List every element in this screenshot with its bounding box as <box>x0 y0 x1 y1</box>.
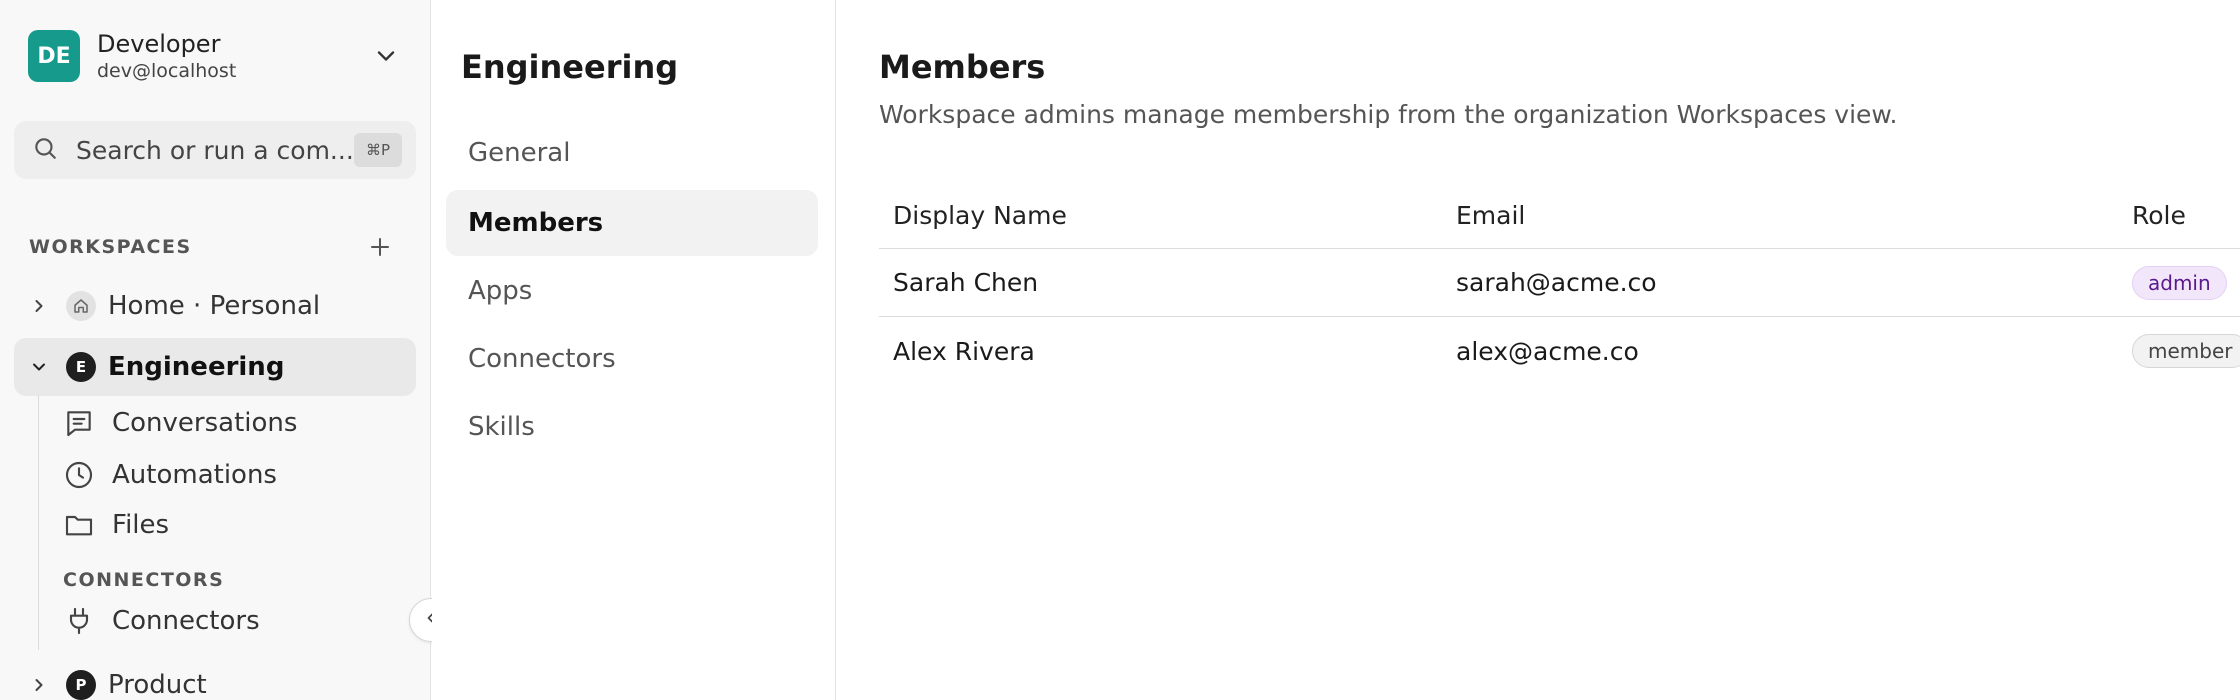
search-icon <box>32 135 58 165</box>
workspace-item-engineering[interactable]: E Engineering <box>14 338 416 396</box>
conversations-icon <box>62 406 96 440</box>
settings-nav: Engineering General Members Apps Connect… <box>432 0 836 700</box>
workspace-badge: P <box>66 670 96 700</box>
app-window: DE Developer dev@localhost Search or run… <box>0 0 2240 700</box>
folder-icon <box>62 508 96 542</box>
workspace-item-product[interactable]: P Product <box>14 656 416 700</box>
sidebar-item-files[interactable]: Files <box>62 505 169 545</box>
chevron-down-icon[interactable] <box>372 42 400 70</box>
settings-title: Engineering <box>461 48 679 86</box>
plug-icon <box>62 604 96 638</box>
members-table: Display Name Email Role Sarah Chen sarah… <box>879 182 2240 385</box>
sidebar: DE Developer dev@localhost Search or run… <box>0 0 431 700</box>
settings-nav-connectors[interactable]: Connectors <box>446 326 818 392</box>
table-header: Display Name Email Role <box>879 182 2240 249</box>
column-header-display-name: Display Name <box>893 200 1067 230</box>
workspace-item-home-personal[interactable]: Home · Personal <box>14 277 416 335</box>
member-email: alex@acme.co <box>1456 336 1639 366</box>
member-name: Alex Rivera <box>893 336 1035 366</box>
search-input[interactable]: Search or run a com... <box>76 136 354 165</box>
chevron-right-icon[interactable] <box>28 295 50 317</box>
role-badge: admin <box>2132 265 2227 300</box>
sidebar-item-label: Conversations <box>112 408 298 438</box>
column-header-email: Email <box>1456 200 1526 230</box>
home-icon <box>66 291 96 321</box>
account-name: Developer <box>97 30 221 58</box>
workspace-badge: E <box>66 352 96 382</box>
account-switcher[interactable]: DE Developer dev@localhost <box>28 30 400 82</box>
settings-nav-members[interactable]: Members <box>446 190 818 256</box>
role-badge: member <box>2132 334 2240 368</box>
sidebar-item-label: Connectors <box>112 606 260 636</box>
page-description: Workspace admins manage membership from … <box>879 100 1898 129</box>
sidebar-item-label: Files <box>112 510 170 540</box>
workspaces-section-label: WORKSPACES <box>29 236 192 258</box>
workspace-label: Product <box>108 670 207 700</box>
member-name: Sarah Chen <box>893 268 1039 297</box>
search-shortcut-badge: ⌘P <box>354 133 402 167</box>
connectors-section-label: CONNECTORS <box>63 569 225 591</box>
tree-guide-line <box>38 395 39 650</box>
chevron-right-icon[interactable] <box>28 674 50 696</box>
workspace-label: Engineering <box>108 352 285 382</box>
search-box[interactable]: Search or run a com... ⌘P <box>14 121 416 179</box>
sidebar-item-connectors[interactable]: Connectors <box>62 601 260 641</box>
table-row: Alex Rivera alex@acme.co member <box>879 317 2240 385</box>
column-header-role: Role <box>2132 200 2186 230</box>
workspace-label: Home · Personal <box>108 291 321 321</box>
table-row: Sarah Chen sarah@acme.co admin <box>879 249 2240 317</box>
account-email: dev@localhost <box>97 60 237 82</box>
settings-nav-skills[interactable]: Skills <box>446 394 818 460</box>
members-panel: Members Workspace admins manage membersh… <box>837 0 2240 700</box>
sidebar-item-label: Automations <box>112 460 277 490</box>
account-info: Developer dev@localhost <box>97 29 372 83</box>
chevron-down-icon[interactable] <box>28 356 50 378</box>
sidebar-item-automations[interactable]: Automations <box>62 455 277 495</box>
add-workspace-icon[interactable] <box>366 233 394 261</box>
clock-icon <box>62 458 96 492</box>
sidebar-item-conversations[interactable]: Conversations <box>62 403 297 443</box>
settings-nav-apps[interactable]: Apps <box>446 258 818 324</box>
avatar: DE <box>28 30 80 82</box>
settings-nav-general[interactable]: General <box>446 120 818 186</box>
member-email: sarah@acme.co <box>1456 268 1657 297</box>
page-title: Members <box>879 48 1046 86</box>
